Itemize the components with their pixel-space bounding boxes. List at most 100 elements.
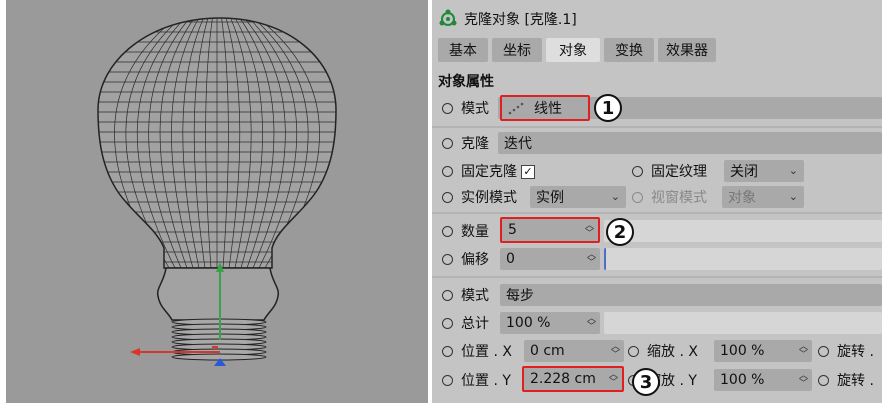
pos-y-label: 位置 . Y: [461, 373, 511, 389]
tab-coordinates[interactable]: 坐标: [492, 38, 542, 62]
clone-keyframe-radio[interactable]: [442, 137, 453, 149]
rot-y-row: 旋转 .: [818, 367, 874, 393]
total-keyframe-radio[interactable]: [442, 317, 453, 329]
instance-mode-row: 实例模式: [442, 184, 517, 210]
scale-x-input[interactable]: 100 % ︿ ﹀: [714, 340, 812, 362]
clone-label: 克隆: [461, 136, 489, 152]
panel-header: 克隆对象 [克隆.1]: [438, 6, 577, 32]
count-keyframe-radio[interactable]: [442, 225, 453, 237]
tab-object[interactable]: 对象: [546, 38, 600, 62]
spinner-icon[interactable]: ︿ ﹀: [611, 343, 620, 360]
fix-texture-row: 固定纹理: [632, 158, 707, 184]
chevron-down-icon: ⌄: [788, 164, 798, 177]
fix-clone-keyframe-radio[interactable]: [442, 165, 453, 177]
offset-value: 0: [506, 251, 515, 267]
pos-x-value: 0 cm: [530, 343, 565, 359]
clone-value: 迭代: [504, 136, 532, 152]
mode-row: 模式: [442, 95, 489, 121]
viewport-mode-row: 视窗模式: [632, 184, 707, 210]
viewport-mode-dropdown[interactable]: 对象 ⌄: [722, 186, 804, 208]
rot-x-row: 旋转 .: [818, 338, 874, 364]
mode2-keyframe-radio[interactable]: [442, 289, 453, 301]
scale-y-value: 100 %: [720, 372, 765, 388]
divider: [432, 212, 882, 214]
total-value: 100 %: [506, 315, 551, 331]
pos-x-row: 位置 . X: [442, 338, 512, 364]
count-row: 数量: [442, 218, 489, 244]
scale-x-label: 缩放 . X: [647, 344, 698, 360]
spinner-icon[interactable]: ︿ ﹀: [609, 371, 618, 388]
total-slider[interactable]: [604, 312, 882, 334]
offset-row: 偏移: [442, 246, 489, 272]
mode2-dropdown[interactable]: 每步: [500, 284, 882, 306]
callout-2: 2: [606, 218, 634, 246]
offset-slider[interactable]: [604, 248, 882, 270]
viewport-3d[interactable]: [6, 0, 428, 403]
tab-basic[interactable]: 基本: [438, 38, 488, 62]
spinner-icon[interactable]: ︿ ﹀: [585, 222, 594, 239]
pos-x-input[interactable]: 0 cm ︿ ﹀: [524, 340, 624, 362]
mode-value: 线性: [534, 101, 562, 117]
count-input[interactable]: 5 ︿ ﹀: [500, 217, 600, 243]
instance-mode-dropdown[interactable]: 实例 ⌄: [530, 186, 626, 208]
rot-y-label: 旋转 .: [837, 373, 874, 389]
viewport-mode-value: 对象: [728, 190, 756, 206]
tab-effectors[interactable]: 效果器: [658, 38, 716, 62]
rot-y-keyframe-radio[interactable]: [818, 374, 829, 386]
fix-texture-dropdown[interactable]: 关闭 ⌄: [724, 160, 804, 182]
mode2-label: 模式: [461, 288, 489, 304]
fix-texture-keyframe-radio[interactable]: [632, 165, 643, 177]
spinner-icon[interactable]: ︿ ﹀: [587, 251, 596, 268]
mode2-value: 每步: [506, 288, 534, 304]
mode-label: 模式: [461, 101, 489, 117]
divider: [432, 276, 882, 278]
app-root: 克隆对象 [克隆.1] 基本 坐标 对象 变换 效果器 对象属性 模式 线性 1…: [0, 0, 882, 403]
scale-y-input[interactable]: 100 % ︿ ﹀: [714, 369, 812, 391]
count-value: 5: [508, 222, 517, 238]
fix-texture-label: 固定纹理: [651, 164, 707, 180]
fix-clone-row: 固定克隆 ✓: [442, 158, 535, 184]
offset-label: 偏移: [461, 252, 489, 268]
instance-mode-keyframe-radio[interactable]: [442, 191, 453, 203]
scale-x-keyframe-radio[interactable]: [628, 345, 639, 357]
lightbulb-model: [97, 17, 337, 366]
count-slider[interactable]: [604, 220, 882, 242]
spinner-icon[interactable]: ︿ ﹀: [799, 343, 808, 360]
clone-dropdown[interactable]: 迭代: [498, 132, 882, 154]
spinner-icon[interactable]: ︿ ﹀: [587, 315, 596, 332]
pos-y-row: 位置 . Y: [442, 367, 511, 393]
chevron-down-icon: ⌄: [610, 190, 620, 203]
callout-1: 1: [594, 94, 622, 122]
pos-y-keyframe-radio[interactable]: [442, 374, 453, 386]
rot-x-label: 旋转 .: [837, 344, 874, 360]
mode-keyframe-radio[interactable]: [442, 102, 453, 114]
tab-transform[interactable]: 变换: [604, 38, 654, 62]
fix-clone-label: 固定克隆: [461, 164, 517, 180]
fix-clone-checkbox[interactable]: ✓: [521, 165, 535, 179]
viewport-mode-label: 视窗模式: [651, 190, 707, 206]
linear-mode-icon: [508, 101, 526, 115]
offset-input[interactable]: 0 ︿ ﹀: [500, 248, 600, 270]
pos-x-label: 位置 . X: [461, 344, 512, 360]
rot-x-keyframe-radio[interactable]: [818, 345, 829, 357]
pos-y-input[interactable]: 2.228 cm ︿ ﹀: [522, 366, 624, 392]
mode-dropdown[interactable]: 线性: [500, 95, 590, 121]
scale-x-row: 缩放 . X: [628, 338, 698, 364]
instance-mode-value: 实例: [536, 190, 564, 206]
mode2-row: 模式: [442, 282, 489, 308]
pos-x-keyframe-radio[interactable]: [442, 345, 453, 357]
offset-keyframe-radio[interactable]: [442, 253, 453, 265]
scale-x-value: 100 %: [720, 343, 765, 359]
total-input[interactable]: 100 % ︿ ﹀: [500, 312, 600, 334]
count-label: 数量: [461, 224, 489, 240]
divider: [432, 126, 882, 128]
pos-y-value: 2.228 cm: [530, 371, 596, 387]
attribute-panel: 克隆对象 [克隆.1] 基本 坐标 对象 变换 效果器 对象属性 模式 线性 1…: [432, 0, 882, 403]
viewport-mode-keyframe-radio[interactable]: [632, 191, 643, 203]
panel-title: 克隆对象 [克隆.1]: [464, 12, 577, 28]
cloner-icon: [438, 9, 458, 29]
total-row: 总计: [442, 310, 489, 336]
callout-3: 3: [632, 368, 660, 396]
instance-mode-label: 实例模式: [461, 190, 517, 206]
spinner-icon[interactable]: ︿ ﹀: [799, 372, 808, 389]
